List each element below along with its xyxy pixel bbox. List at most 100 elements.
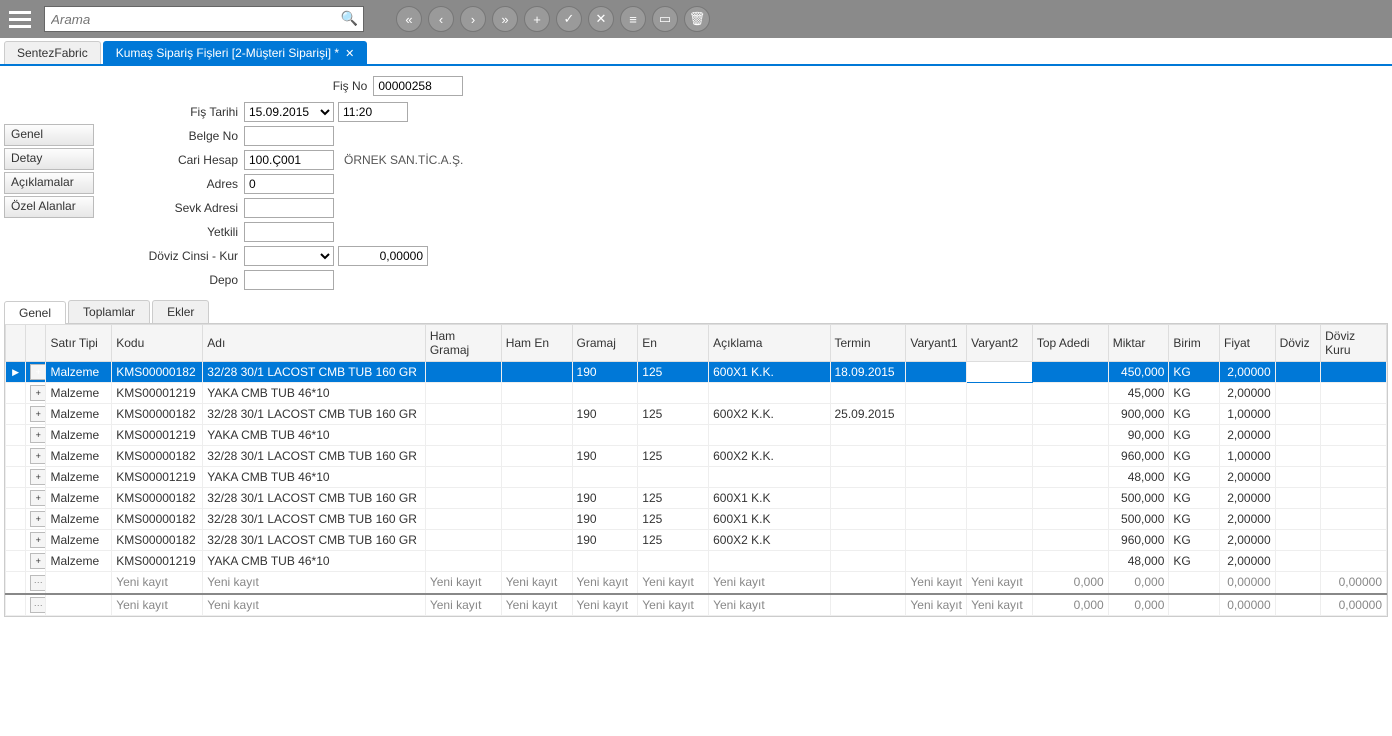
col-aciklama[interactable]: Açıklama [709,325,830,362]
cell[interactable]: KG [1169,551,1220,572]
cell[interactable] [906,467,967,488]
table-row[interactable]: +MalzemeKMS00001219YAKA CMB TUB 46*1048,… [6,467,1387,488]
cell[interactable] [1275,509,1321,530]
row-indicator[interactable] [6,425,26,446]
cell[interactable]: Malzeme [46,530,112,551]
col-en[interactable]: En [638,325,709,362]
row-indicator[interactable] [6,404,26,425]
cell[interactable] [425,362,501,383]
cell[interactable]: KG [1169,362,1220,383]
row-indicator[interactable] [6,509,26,530]
doviz-cinsi-field[interactable] [244,246,334,266]
cell[interactable]: Yeni kayıt [709,572,830,594]
cell[interactable] [830,572,906,594]
table-row[interactable]: +MalzemeKMS00001219YAKA CMB TUB 46*1048,… [6,551,1387,572]
cell[interactable] [1169,594,1220,616]
row-expand[interactable]: + [26,509,46,530]
col-varyant2[interactable]: Varyant2 [967,325,1033,362]
cell[interactable]: Yeni kayıt [572,594,638,616]
cell[interactable] [830,551,906,572]
row-expand[interactable]: ⋯ [26,594,46,616]
expand-icon[interactable]: + [30,406,46,422]
cell[interactable]: 18.09.2015 [830,362,906,383]
cancel-icon[interactable]: ✕ [588,6,614,32]
table-row[interactable]: +MalzemeKMS0000018232/28 30/1 LACOST CMB… [6,530,1387,551]
side-detay[interactable]: Detay [4,148,94,170]
cell[interactable] [1032,488,1108,509]
cell[interactable] [638,467,709,488]
cell[interactable] [1275,425,1321,446]
cell[interactable]: 32/28 30/1 LACOST CMB TUB 160 GR [203,404,426,425]
cell[interactable]: Yeni kayıt [572,572,638,594]
cell[interactable] [501,488,572,509]
cell[interactable] [1275,467,1321,488]
fis-saat-field[interactable] [338,102,408,122]
cell[interactable]: KG [1169,404,1220,425]
cell[interactable] [1169,572,1220,594]
prev-icon[interactable]: ‹ [428,6,454,32]
cell[interactable]: Malzeme [46,551,112,572]
cell[interactable]: 2,00000 [1219,362,1275,383]
cell[interactable] [1321,362,1387,383]
cell[interactable] [501,530,572,551]
cell[interactable]: KMS00000182 [112,446,203,467]
cell[interactable]: Malzeme [46,404,112,425]
row-indicator[interactable] [6,551,26,572]
cell[interactable]: KG [1169,509,1220,530]
cell[interactable]: Malzeme [46,383,112,404]
cell[interactable]: Malzeme [46,425,112,446]
cell[interactable] [638,425,709,446]
cell[interactable]: 600X1 K.K [709,509,830,530]
cell[interactable]: 2,00000 [1219,425,1275,446]
cell[interactable] [638,383,709,404]
cell[interactable] [967,404,1033,425]
cell[interactable]: KMS00001219 [112,383,203,404]
cell[interactable]: 600X2 K.K. [709,404,830,425]
expand-icon[interactable]: + [30,511,46,527]
cell[interactable] [830,594,906,616]
cell[interactable] [6,572,26,594]
cell[interactable] [425,551,501,572]
cell[interactable] [1321,425,1387,446]
cell[interactable]: Yeni kayıt [425,572,501,594]
row-expand[interactable]: + [26,551,46,572]
cell[interactable] [1032,551,1108,572]
tab-kumas-siparis[interactable]: Kumaş Sipariş Fişleri [2-Müşteri Sipariş… [103,41,368,64]
cell[interactable]: 2,00000 [1219,383,1275,404]
cell[interactable]: YAKA CMB TUB 46*10 [203,467,426,488]
cell[interactable]: 125 [638,488,709,509]
depo-field[interactable] [244,270,334,290]
expand-icon[interactable]: + [30,385,46,401]
col-top-adedi[interactable]: Top Adedi [1032,325,1108,362]
cell[interactable]: 190 [572,488,638,509]
cell[interactable]: KMS00000182 [112,404,203,425]
cell[interactable]: 2,00000 [1219,551,1275,572]
cell[interactable]: 0,000 [1032,572,1108,594]
col-gramaj[interactable]: Gramaj [572,325,638,362]
cell[interactable]: 600X2 K.K. [709,446,830,467]
cell[interactable] [1321,404,1387,425]
col-doviz[interactable]: Döviz [1275,325,1321,362]
cell[interactable]: 190 [572,362,638,383]
cell[interactable]: 600X1 K.K. [709,362,830,383]
cell[interactable]: 2,00000 [1219,467,1275,488]
fis-tarihi-field[interactable]: 15.09.2015 [244,102,334,122]
cell[interactable] [501,425,572,446]
list-icon[interactable]: ≡ [620,6,646,32]
table-row[interactable]: +MalzemeKMS0000018232/28 30/1 LACOST CMB… [6,509,1387,530]
row-expand[interactable]: + [26,467,46,488]
cell[interactable]: 500,000 [1108,509,1169,530]
cell[interactable] [1032,446,1108,467]
cell[interactable]: 48,000 [1108,467,1169,488]
cell[interactable] [425,446,501,467]
cell[interactable] [425,509,501,530]
row-indicator[interactable] [6,383,26,404]
close-icon[interactable]: ✕ [345,47,354,60]
delete-icon[interactable]: 🗑 [684,6,710,32]
cell[interactable] [967,362,1033,383]
cell[interactable]: KMS00001219 [112,425,203,446]
cell[interactable]: YAKA CMB TUB 46*10 [203,383,426,404]
cell[interactable] [906,530,967,551]
cell[interactable] [46,572,112,594]
table-row[interactable]: ▶+MalzemeKMS0000018232/28 30/1 LACOST CM… [6,362,1387,383]
